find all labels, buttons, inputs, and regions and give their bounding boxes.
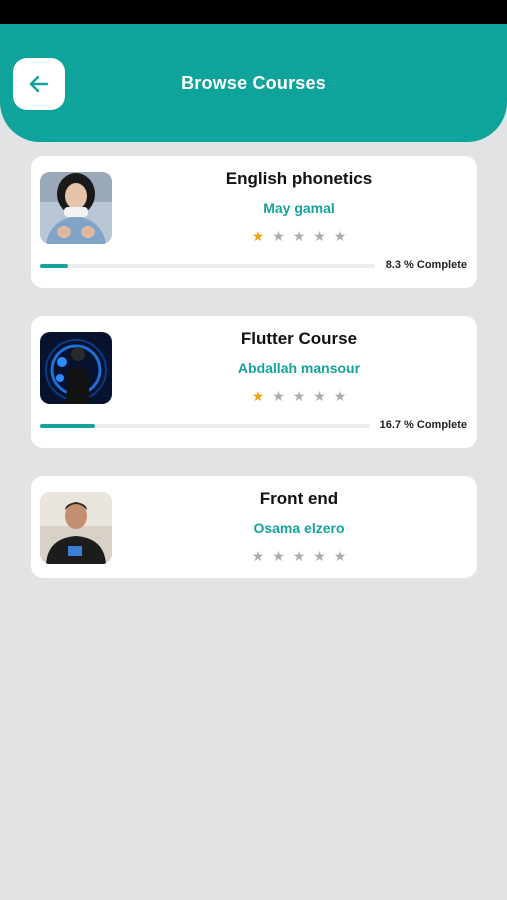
star-icon: ★ xyxy=(251,388,265,404)
progress-label: 8.3 % Complete xyxy=(385,259,467,271)
course-card-front-end[interactable]: Front end Osama elzero ★ ★ ★ ★ ★ xyxy=(31,476,477,578)
star-icon: ★ xyxy=(251,228,265,244)
star-icon: ★ xyxy=(292,228,306,244)
star-icon: ★ xyxy=(272,548,285,564)
rating-stars: ★ ★ ★ ★ ★ xyxy=(121,228,477,245)
star-icon: ★ xyxy=(333,228,347,244)
rating-stars: ★ ★ ★ ★ ★ xyxy=(121,548,477,565)
course-thumbnail xyxy=(40,492,112,564)
instructor-name[interactable]: May gamal xyxy=(121,200,477,216)
progress-fill xyxy=(40,264,68,268)
star-icon: ★ xyxy=(292,388,306,404)
star-icon: ★ xyxy=(272,228,285,244)
star-icon: ★ xyxy=(313,388,326,404)
course-thumbnail xyxy=(40,332,112,404)
course-card-english-phonetics[interactable]: English phonetics May gamal ★ ★ ★ ★ ★ 8.3 % … xyxy=(31,156,477,288)
rating-stars: ★ ★ ★ ★ ★ xyxy=(121,388,477,405)
instructor-name[interactable]: Abdallah mansour xyxy=(121,360,477,376)
page-title: Browse Courses xyxy=(181,73,326,93)
star-icon: ★ xyxy=(333,388,347,404)
progress-fill xyxy=(40,424,96,428)
status-bar xyxy=(0,0,507,24)
star-icon: ★ xyxy=(272,388,285,404)
course-title: Front end xyxy=(259,489,339,508)
course-title: Flutter Course xyxy=(240,329,358,348)
star-icon: ★ xyxy=(333,548,347,564)
star-icon: ★ xyxy=(292,548,306,564)
progress-bar xyxy=(40,424,370,428)
star-icon: ★ xyxy=(313,228,326,244)
course-title: English phonetics xyxy=(225,169,373,188)
instructor-name[interactable]: Osama elzero xyxy=(121,520,477,536)
course-card-flutter-course[interactable]: Flutter Course Abdallah mansour ★ ★ ★ ★ ★ 16… xyxy=(31,316,477,448)
star-icon: ★ xyxy=(251,548,265,564)
course-thumbnail xyxy=(40,172,112,244)
app-header: Browse Courses xyxy=(0,24,507,142)
progress-bar xyxy=(40,264,375,268)
star-icon: ★ xyxy=(313,548,326,564)
progress-label: 16.7 % Complete xyxy=(379,419,467,431)
